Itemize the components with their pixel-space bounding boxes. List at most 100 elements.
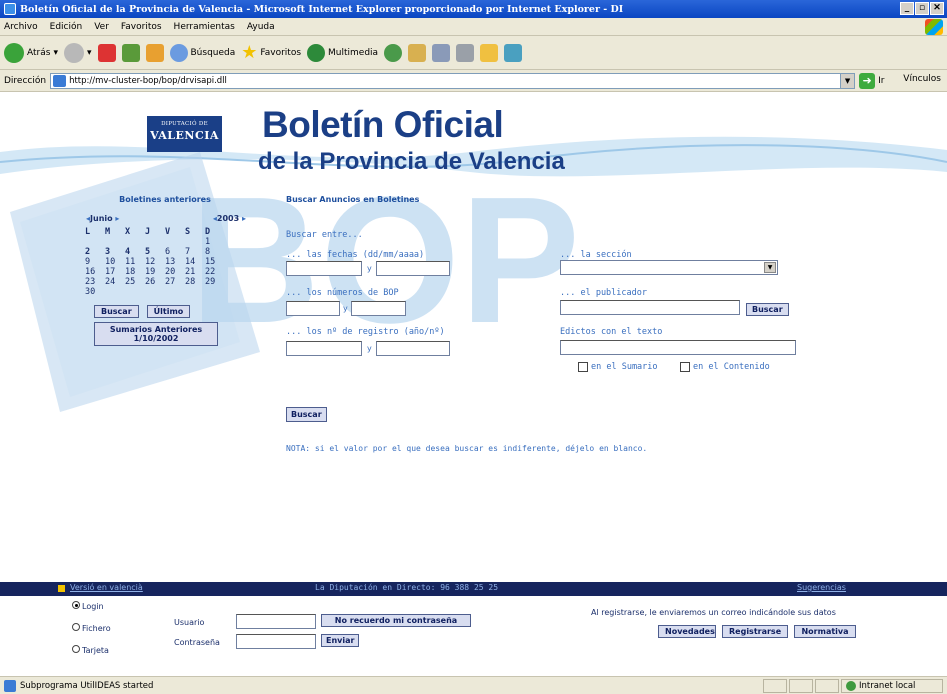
calendar-last-button[interactable]: Último xyxy=(146,305,191,318)
menu-edicion[interactable]: Edición xyxy=(50,22,83,32)
chevron-down-icon[interactable]: ▾ xyxy=(87,48,92,58)
register-button[interactable]: Registrarse xyxy=(722,625,788,638)
refresh-icon[interactable] xyxy=(121,43,140,62)
bop-from-input[interactable] xyxy=(286,301,340,316)
publisher-search-button[interactable]: Buscar xyxy=(746,303,789,316)
rules-button[interactable]: Normativa xyxy=(794,625,856,638)
minimize-button[interactable]: _ xyxy=(900,2,914,15)
numbers-label: ... los números de BOP xyxy=(286,288,399,298)
calendar-day[interactable]: 19 xyxy=(145,267,165,277)
home-icon[interactable] xyxy=(145,43,164,62)
password-input[interactable] xyxy=(236,634,316,649)
calendar-day[interactable]: 3 xyxy=(105,247,125,257)
calendar-day[interactable]: 28 xyxy=(185,277,205,287)
address-input[interactable]: http://mv-cluster-bop/bop/drvisapi.dll ▼ xyxy=(50,72,856,89)
section-select[interactable]: ▼ xyxy=(560,260,778,275)
calendar-day[interactable]: 16 xyxy=(85,267,105,277)
radio-button[interactable] xyxy=(72,600,80,609)
date-to-input[interactable] xyxy=(376,261,450,276)
forgot-password-button[interactable]: No recuerdo mi contraseña xyxy=(321,614,471,627)
calendar-day[interactable]: 22 xyxy=(205,267,225,277)
menu-herramientas[interactable]: Herramientas xyxy=(174,22,235,32)
valencian-link[interactable]: Versió en valencià xyxy=(70,583,143,592)
radio-login[interactable]: Login xyxy=(72,600,104,611)
calendar-day[interactable]: 5 xyxy=(145,247,165,257)
mail-icon[interactable] xyxy=(408,43,427,62)
calendar-day[interactable]: 1 xyxy=(205,237,225,247)
print-icon[interactable] xyxy=(432,43,451,62)
calendar-day[interactable]: 9 xyxy=(85,257,105,267)
search-button[interactable]: Búsqueda xyxy=(169,43,235,62)
radio-button[interactable] xyxy=(72,622,80,631)
calendar-day[interactable]: 4 xyxy=(125,247,145,257)
back-button[interactable]: Atrás ▾ xyxy=(4,42,58,63)
calendar-day[interactable]: 18 xyxy=(125,267,145,277)
calendar-day[interactable]: 13 xyxy=(165,257,185,267)
links-button[interactable]: Vínculos xyxy=(903,74,941,84)
menu-ver[interactable]: Ver xyxy=(94,22,109,32)
send-button[interactable]: Enviar xyxy=(321,634,360,647)
folder-icon[interactable] xyxy=(480,43,499,62)
calendar-day[interactable]: 25 xyxy=(125,277,145,287)
calendar-day[interactable]: 7 xyxy=(185,247,205,257)
calendar-day[interactable]: 11 xyxy=(125,257,145,267)
news-button[interactable]: Novedades xyxy=(658,625,716,638)
menu-ayuda[interactable]: Ayuda xyxy=(247,22,275,32)
chevron-down-icon[interactable]: ▾ xyxy=(53,48,58,58)
calendar-day[interactable]: 10 xyxy=(105,257,125,267)
checkbox-box[interactable] xyxy=(578,362,588,372)
multimedia-button[interactable]: Multimedia xyxy=(307,43,378,62)
search-submit-button[interactable]: Buscar xyxy=(286,407,327,422)
calendar-day[interactable]: 27 xyxy=(165,277,185,287)
maximize-button[interactable]: ▫ xyxy=(915,2,929,15)
forward-button[interactable]: ▾ xyxy=(63,42,92,63)
calendar-day[interactable]: 21 xyxy=(185,267,205,277)
calendar-search-button[interactable]: Buscar xyxy=(94,305,139,318)
calendar-day[interactable]: 30 xyxy=(85,287,105,297)
calendar-day[interactable]: 24 xyxy=(105,277,125,287)
checkbox-box[interactable] xyxy=(680,362,690,372)
radio-fichero[interactable]: Fichero xyxy=(72,622,111,633)
calendar-day[interactable]: 6 xyxy=(165,247,185,257)
user-input[interactable] xyxy=(236,614,316,629)
history-icon[interactable] xyxy=(384,43,403,62)
radio-tarjeta[interactable]: Tarjeta xyxy=(72,644,109,655)
address-dropdown-icon[interactable]: ▼ xyxy=(840,73,855,88)
calendar-day[interactable]: 29 xyxy=(205,277,225,287)
menu-archivo[interactable]: Archivo xyxy=(4,22,38,32)
registry-to-input[interactable] xyxy=(376,341,450,356)
chevron-down-icon[interactable]: ▼ xyxy=(764,262,776,273)
radio-button[interactable] xyxy=(72,644,80,653)
calendar-day[interactable]: 14 xyxy=(185,257,205,267)
year-selector[interactable]: ◂2003 ▸ xyxy=(213,214,246,223)
publisher-input[interactable] xyxy=(560,300,740,315)
menu-favoritos[interactable]: Favoritos xyxy=(121,22,162,32)
suggestions-link[interactable]: Sugerencias xyxy=(797,583,846,592)
next-year-icon[interactable]: ▸ xyxy=(242,214,246,223)
stop-icon[interactable] xyxy=(97,43,116,62)
next-month-icon[interactable]: ▸ xyxy=(115,214,119,223)
calendar-day[interactable]: 8 xyxy=(205,247,225,257)
diputacio-logo[interactable]: DIPUTACIÓ DE VALENCIA xyxy=(147,116,222,152)
content-checkbox[interactable]: en el Contenido xyxy=(680,362,770,372)
summaries-button[interactable]: Sumarios Anteriores 1/10/2002 xyxy=(94,322,218,346)
calendar-day[interactable]: 2 xyxy=(85,247,105,257)
calendar-day[interactable]: 15 xyxy=(205,257,225,267)
and-label: y xyxy=(367,344,372,353)
registry-from-input[interactable] xyxy=(286,341,362,356)
bop-to-input[interactable] xyxy=(351,301,406,316)
favorites-button[interactable]: ★ Favoritos xyxy=(241,42,301,63)
calendar-day[interactable]: 12 xyxy=(145,257,165,267)
calendar-day[interactable]: 23 xyxy=(85,277,105,287)
month-selector[interactable]: ◂Junio ▸ xyxy=(86,214,119,223)
calendar-day[interactable]: 17 xyxy=(105,267,125,277)
close-button[interactable]: ✕ xyxy=(930,2,944,15)
date-from-input[interactable] xyxy=(286,261,362,276)
go-button[interactable]: ➜ Ir xyxy=(859,72,884,89)
edit-icon[interactable] xyxy=(456,43,475,62)
summary-checkbox[interactable]: en el Sumario xyxy=(578,362,658,372)
messenger-icon[interactable] xyxy=(504,43,523,62)
calendar-day[interactable]: 20 xyxy=(165,267,185,277)
text-input[interactable] xyxy=(560,340,796,355)
calendar-day[interactable]: 26 xyxy=(145,277,165,287)
